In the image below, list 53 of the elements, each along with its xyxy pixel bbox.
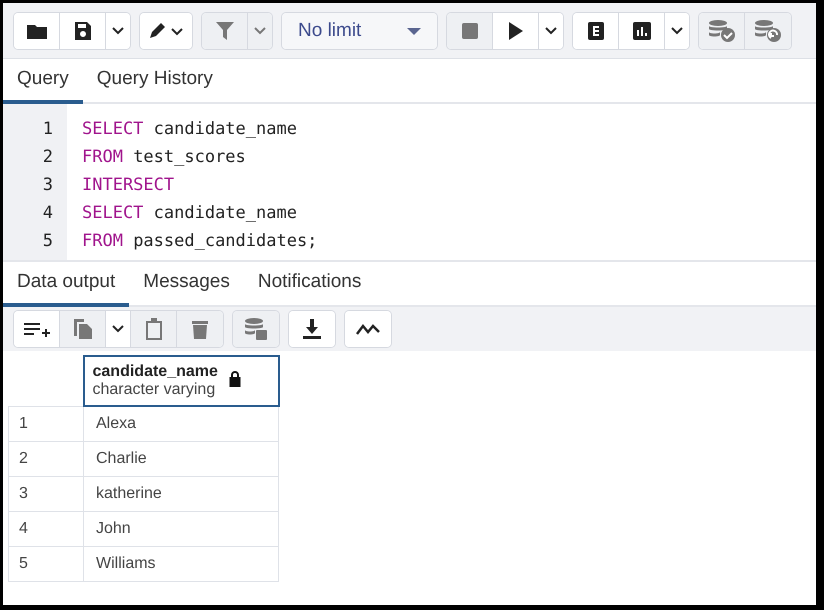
table-cell: Alexa: [84, 406, 278, 441]
caret-icon: [671, 27, 683, 35]
toolbar-button[interactable]: [14, 311, 60, 347]
line-number: 4: [42, 202, 54, 225]
toolbar-button[interactable]: [573, 13, 619, 49]
folder-icon: [26, 23, 46, 39]
row-limit-dropdown[interactable]: No limit: [282, 13, 437, 49]
code-line: FROM test_scores: [82, 146, 247, 169]
tab[interactable]: Query History: [82, 59, 227, 104]
row-number: 4: [8, 511, 84, 546]
code-line: INTERSECT: [82, 174, 176, 197]
lock-icon: [228, 370, 242, 387]
caret-icon: [254, 27, 266, 35]
copy-icon: [74, 319, 92, 339]
table-cell: John: [84, 511, 278, 546]
trash-icon: [192, 319, 208, 339]
explain-icon: [588, 22, 604, 40]
play-icon: [508, 22, 522, 40]
code-line: FROM passed_candidates;: [82, 230, 318, 253]
stop-icon: [462, 23, 478, 39]
column-name: candidate_name: [92, 363, 218, 381]
tab[interactable]: Messages: [129, 262, 244, 307]
tab[interactable]: Notifications: [244, 262, 376, 307]
table-cell: Charlie: [84, 441, 278, 476]
row-number: 2: [8, 441, 84, 476]
table-cell: Williams: [84, 546, 278, 581]
pencil-icon: [148, 22, 184, 40]
caret-icon: [112, 27, 124, 35]
line-graph-icon: [356, 322, 380, 336]
database-check-icon: [708, 20, 734, 42]
line-number: 5: [42, 230, 54, 253]
code-line: SELECT candidate_name: [82, 202, 298, 225]
line-number: 3: [42, 174, 54, 197]
bar-chart-icon: [632, 22, 650, 40]
column-header[interactable]: candidate_name character varying: [84, 356, 278, 406]
row-number: 1: [8, 406, 84, 441]
database-save-icon: [245, 318, 267, 340]
add-row-icon: [24, 320, 50, 338]
download-icon: [303, 319, 321, 339]
database-undo-icon: [755, 20, 781, 42]
row-number: 3: [8, 476, 84, 511]
row-number: 5: [8, 546, 84, 581]
save-icon: [74, 22, 90, 40]
column-type: character varying: [92, 381, 216, 399]
caret-icon: [545, 27, 557, 35]
clipboard-icon: [144, 318, 162, 340]
code-line: SELECT candidate_name: [82, 118, 298, 141]
filter-icon: [216, 22, 234, 40]
line-number: 2: [42, 146, 54, 169]
table-cell: katherine: [84, 476, 278, 511]
caret-icon: [112, 325, 124, 333]
line-number: 1: [42, 118, 54, 141]
toolbar-button[interactable]: [14, 13, 60, 49]
